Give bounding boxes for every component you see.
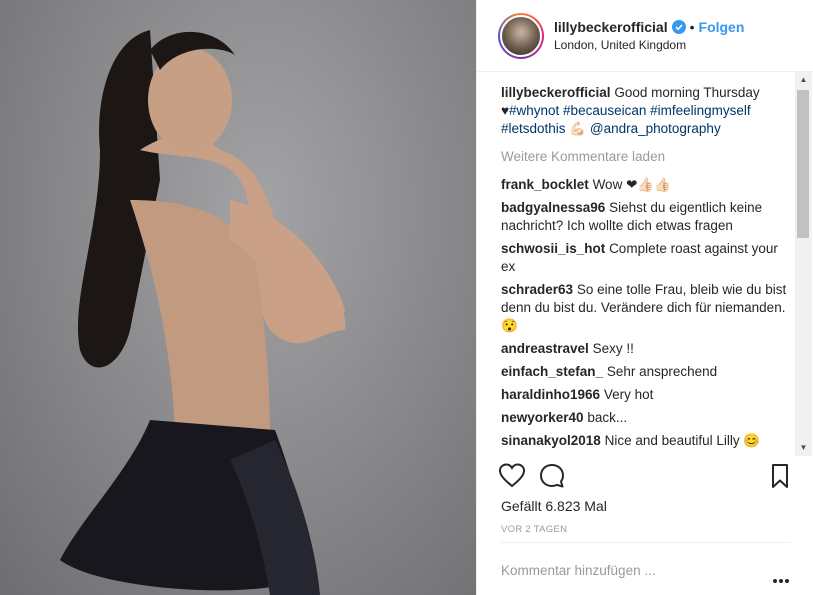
verified-badge-icon — [671, 20, 686, 34]
divider — [501, 542, 791, 543]
post-photo[interactable] — [0, 0, 476, 595]
load-more-comments-button[interactable]: Weitere Kommentare laden — [501, 148, 787, 166]
comment-username[interactable]: badgyalnessa96 — [501, 200, 605, 215]
comment-item: sinanakyol2018 Nice and beautiful Lilly … — [501, 432, 787, 450]
comment-text: Wow ❤👍🏻👍🏻 — [592, 177, 671, 192]
caption-mention[interactable]: @andra_photography — [590, 121, 721, 136]
comment-item: schrader63 So eine tolle Frau, bleib wie… — [501, 281, 787, 335]
likes-text: Gefällt 6.823 Mal — [501, 498, 607, 514]
follow-button[interactable]: Folgen — [699, 19, 745, 35]
scroll-down-icon[interactable]: ▼ — [795, 440, 812, 456]
comment-item: frank_bocklet Wow ❤👍🏻👍🏻 — [501, 176, 787, 194]
caption-heart: ♥ — [501, 103, 510, 118]
comment-username[interactable]: sinanakyol2018 — [501, 433, 601, 448]
scroll-up-icon[interactable]: ▲ — [795, 72, 812, 88]
bookmark-icon[interactable] — [766, 462, 794, 490]
comment-text: Nice and beautiful Lilly 😊 — [604, 433, 761, 448]
avatar[interactable] — [498, 12, 544, 59]
caption-text: Good morning Thursday — [614, 85, 760, 100]
comment-text: Sexy !! — [592, 341, 634, 356]
comment-item: schwosii_is_hot Complete roast against y… — [501, 240, 787, 276]
comment-item: andreastravel Sexy !! — [501, 340, 787, 358]
comment-item: newyorker40 back... — [501, 409, 787, 427]
comment-username[interactable]: einfach_stefan_ — [501, 364, 603, 379]
post-header: lillybeckerofficial • Folgen London, Uni… — [477, 0, 813, 72]
comment-text: Sehr ansprechend — [606, 364, 718, 379]
comment-username[interactable]: schrader63 — [501, 282, 573, 297]
location-link[interactable]: London, United Kingdom — [554, 38, 744, 52]
comment-bubble-icon[interactable] — [538, 462, 566, 490]
add-comment-input[interactable]: Kommentar hinzufügen ... — [501, 563, 656, 578]
comment-username[interactable]: newyorker40 — [501, 410, 584, 425]
caption-tag-letsdothis[interactable]: #letsdothis — [501, 121, 566, 136]
likes-count[interactable]: Gefällt 6.823 Mal — [501, 498, 607, 514]
comment-username[interactable]: schwosii_is_hot — [501, 241, 605, 256]
username-link[interactable]: lillybeckerofficial — [554, 19, 668, 35]
post-detail-panel: lillybeckerofficial • Folgen London, Uni… — [476, 0, 813, 595]
more-options-icon[interactable] — [773, 570, 791, 583]
comment-text: back... — [587, 410, 628, 425]
comment-item: haraldinho1966 Very hot — [501, 386, 787, 404]
caption-hashtags[interactable]: #whynot #becauseican — [509, 103, 646, 118]
separator-dot: • — [689, 19, 695, 35]
caption-username[interactable]: lillybeckerofficial — [501, 85, 611, 100]
comments-list: lillybeckerofficial Good morning Thursda… — [501, 84, 787, 456]
comment-text: Very hot — [603, 387, 654, 402]
comment-username[interactable]: frank_bocklet — [501, 177, 589, 192]
caption-tag-imfeelingmyself[interactable]: #imfeelingmyself — [650, 103, 751, 118]
action-bar — [498, 462, 798, 494]
comment-username[interactable]: haraldinho1966 — [501, 387, 600, 402]
comment-item: badgyalnessa96 Siehst du eigentlich kein… — [501, 199, 787, 235]
heart-outline-icon[interactable] — [498, 462, 526, 490]
post-timestamp[interactable]: VOR 2 TAGEN — [501, 524, 567, 535]
comment-username[interactable]: andreastravel — [501, 341, 589, 356]
comments-scrollbar[interactable]: ▲ ▼ — [795, 72, 812, 456]
caption-emoji: 💪🏻 — [569, 121, 587, 136]
caption: lillybeckerofficial Good morning Thursda… — [501, 84, 787, 138]
scroll-thumb[interactable] — [797, 90, 809, 238]
photo-illustration — [60, 30, 346, 595]
comment-item: einfach_stefan_ Sehr ansprechend — [501, 363, 787, 381]
